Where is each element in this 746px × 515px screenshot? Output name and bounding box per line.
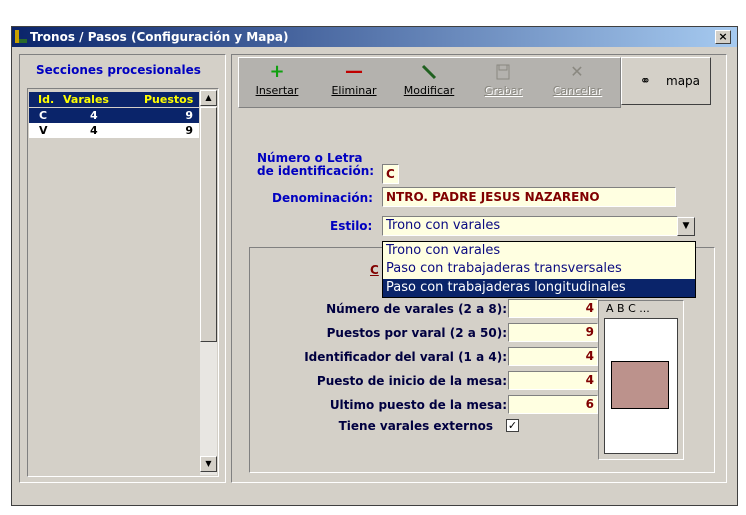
estilo-select[interactable]: Trono con varales	[382, 216, 678, 236]
row-id: V	[39, 124, 48, 137]
sections-title: Secciones procesionales	[36, 63, 201, 77]
app-logo-icon	[15, 30, 27, 43]
denominacion-field[interactable]: NTRO. PADRE JESUS NAZARENO	[382, 187, 676, 207]
cancel-icon: ✕	[570, 62, 584, 81]
numero-varales-label: Número de varales (2 a 8):	[326, 302, 507, 316]
sections-list[interactable]	[27, 88, 219, 477]
mapa-button[interactable]: ⚭ mapa	[621, 57, 711, 105]
modificar-label: Modificar	[403, 84, 455, 97]
puesto-inicio-field[interactable]: 4	[508, 371, 598, 390]
numero-field[interactable]: C	[382, 164, 399, 184]
chevron-down-icon[interactable]: ▼	[677, 217, 695, 236]
cancelar-button[interactable]: ✕ Cancelar	[546, 60, 608, 104]
numero-label-line1: Número o Letra	[257, 151, 363, 165]
grabar-button[interactable]: Grabar	[472, 60, 534, 104]
preview-label: A B C ...	[606, 302, 650, 315]
save-disk-icon	[472, 60, 534, 84]
dropdown-option-trono-varales[interactable]: Trono con varales	[383, 242, 695, 260]
pencil-icon	[398, 60, 460, 84]
row-varales: 4	[90, 109, 98, 122]
scroll-up-button[interactable]: ▲	[200, 90, 217, 106]
table-row[interactable]: C 4 9	[29, 108, 199, 123]
externos-checkbox[interactable]: ✓	[506, 419, 519, 432]
numero-label-line2: de identificación:	[257, 164, 375, 178]
row-id: C	[39, 109, 48, 122]
externos-label: Tiene varales externos	[338, 419, 493, 433]
denominacion-label: Denominación:	[272, 191, 373, 205]
grabar-label: Grabar	[483, 84, 523, 97]
puestos-varal-label: Puestos por varal (2 a 50):	[326, 326, 507, 340]
preview-mesa-shape	[611, 361, 669, 409]
cancelar-label: Cancelar	[552, 84, 602, 97]
insertar-button[interactable]: + Insertar	[246, 60, 308, 104]
puesto-inicio-label: Puesto de inicio de la mesa:	[316, 374, 507, 388]
ultimo-puesto-field[interactable]: 6	[508, 395, 598, 414]
plus-icon: +	[269, 61, 285, 82]
row-varales: 4	[90, 124, 98, 137]
scroll-thumb[interactable]	[200, 107, 217, 342]
dropdown-option-trabajaderas-longitudinales[interactable]: Paso con trabajaderas longitudinales	[383, 279, 695, 297]
table-row[interactable]: V 4 9	[29, 123, 199, 138]
numero-varales-field[interactable]: 4	[508, 299, 598, 318]
eliminar-button[interactable]: — Eliminar	[323, 60, 385, 104]
puestos-varal-field[interactable]: 9	[508, 323, 598, 342]
group-link[interactable]: C	[370, 263, 379, 277]
modificar-button[interactable]: Modificar	[398, 60, 460, 104]
estilo-label: Estilo:	[330, 219, 373, 233]
scroll-down-button[interactable]: ▼	[200, 456, 217, 472]
column-header-id: Id.	[38, 93, 55, 106]
identificador-varal-field[interactable]: 4	[508, 347, 598, 366]
row-puestos: 9	[185, 109, 193, 122]
ultimo-puesto-label: Ultimo puesto de la mesa:	[329, 398, 507, 412]
column-header-puestos: Puestos	[144, 93, 194, 106]
dropdown-option-trabajaderas-transversales[interactable]: Paso con trabajaderas transversales	[383, 260, 695, 278]
close-button[interactable]: ×	[715, 30, 731, 44]
row-puestos: 9	[185, 124, 193, 137]
eliminar-label: Eliminar	[331, 84, 377, 97]
window-title: Tronos / Pasos (Configuración y Mapa)	[30, 30, 289, 44]
mapa-label: mapa	[666, 74, 701, 88]
identificador-varal-label: Identificador del varal (1 a 4):	[304, 350, 507, 364]
binoculars-icon: ⚭	[640, 74, 651, 89]
column-header-varales: Varales	[63, 93, 109, 106]
minus-icon: —	[345, 61, 363, 82]
insertar-label: Insertar	[255, 84, 299, 97]
